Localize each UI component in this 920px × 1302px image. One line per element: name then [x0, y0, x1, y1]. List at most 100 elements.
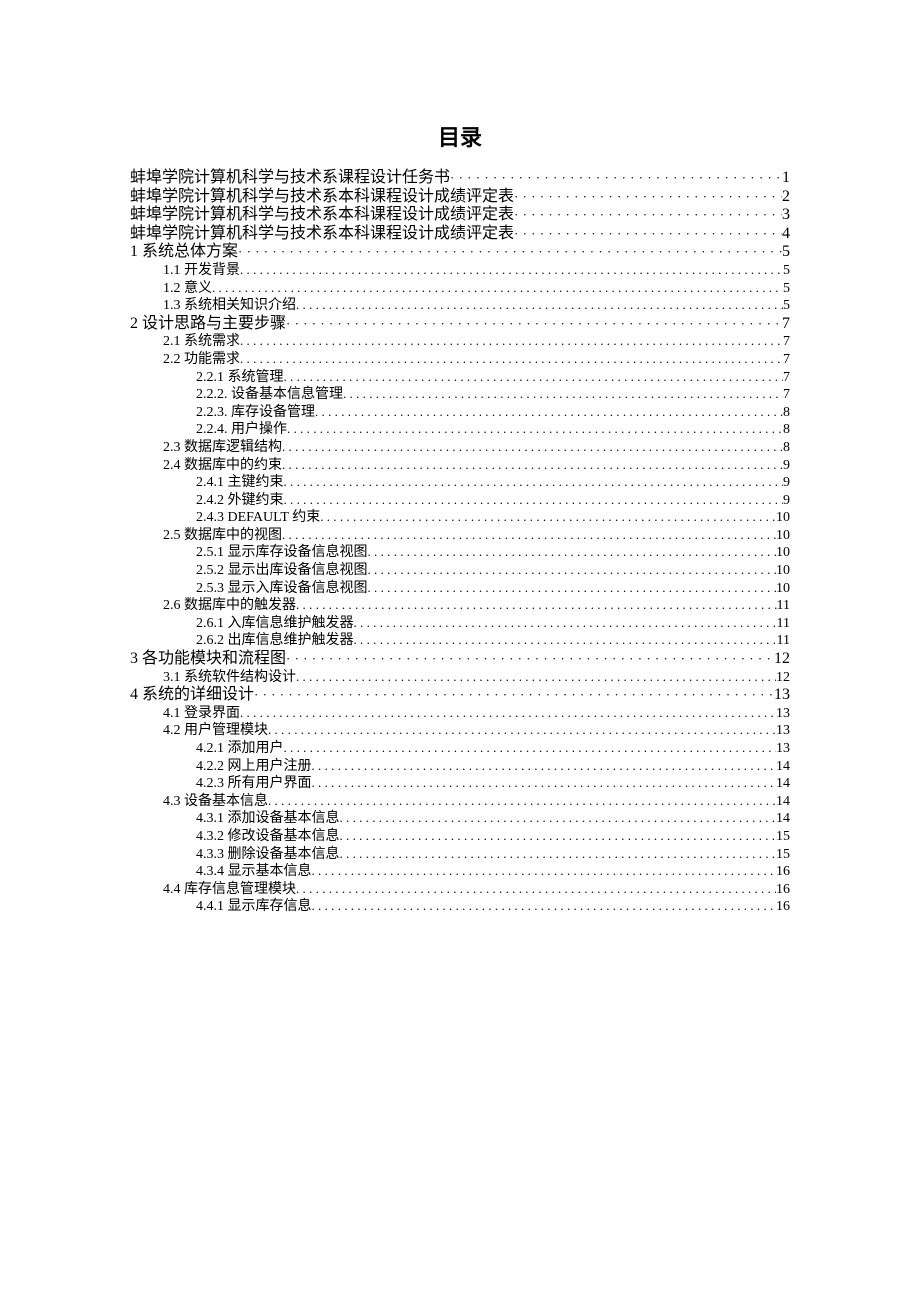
toc-entry-label: 蚌埠学院计算机科学与技术系本科课程设计成绩评定表: [130, 207, 514, 223]
toc-row: 2.5 数据库中的视图10: [130, 528, 790, 543]
toc-leader: [284, 741, 777, 754]
toc-page-number: 13: [776, 707, 790, 721]
toc-row: 2.4.2 外键约束9: [130, 493, 790, 508]
toc-row: 4.3.3 删除设备基本信息15: [130, 847, 790, 862]
toc-leader: [286, 317, 782, 330]
toc-row: 2.6.2 出库信息维护触发器11: [130, 633, 790, 648]
toc-leader: [450, 171, 782, 184]
toc-entry-label: 4.3 设备基本信息: [163, 795, 268, 809]
toc-page-number: 7: [782, 316, 790, 332]
toc-entry-label: 4.2.3 所有用户界面: [196, 777, 312, 791]
toc-page-number: 11: [777, 617, 790, 631]
toc-row: 4.3.2 修改设备基本信息15: [130, 829, 790, 844]
toc-row: 4.3.4 显示基本信息16: [130, 864, 790, 879]
toc-row: 蚌埠学院计算机科学与技术系本科课程设计成绩评定表4: [130, 226, 790, 242]
toc-entry-label: 1.1 开发背景: [163, 264, 240, 278]
toc-row: 4.2.2 网上用户注册 14: [130, 759, 790, 774]
toc-leader: [284, 475, 784, 488]
toc-row: 蚌埠学院计算机科学与技术系本科课程设计成绩评定表 2: [130, 189, 790, 205]
toc-entry-label: 2.3 数据库逻辑结构: [163, 441, 282, 455]
toc-leader: [282, 440, 783, 453]
toc-entry-label: 1 系统总体方案: [130, 244, 238, 260]
toc-row: 1 系统总体方案5: [130, 244, 790, 260]
toc-leader: [368, 563, 777, 576]
toc-leader: [240, 706, 776, 719]
toc-entry-label: 2 设计思路与主要步骤: [130, 316, 286, 332]
toc-entry-label: 2.5.3 显示入库设备信息视图: [196, 582, 368, 596]
toc-leader: [312, 776, 777, 789]
toc-row: 2.5.3 显示入库设备信息视图10: [130, 581, 790, 596]
toc-row: 3 各功能模块和流程图12: [130, 651, 790, 667]
toc-row: 4.1 登录界面 13: [130, 706, 790, 721]
toc-page-number: 1: [782, 170, 790, 186]
toc-page-number: 15: [776, 830, 790, 844]
toc-leader: [268, 794, 776, 807]
toc-page-number: 16: [776, 900, 790, 914]
toc-leader: [514, 208, 782, 221]
toc-entry-label: 2.6.1 入库信息维护触发器: [196, 617, 354, 631]
toc-row: 4.2 用户管理模块 13: [130, 723, 790, 738]
toc-page-number: 14: [776, 760, 790, 774]
toc-row: 2.6.1 入库信息维护触发器 11: [130, 616, 790, 631]
toc-entry-label: 2.5.2 显示出库设备信息视图: [196, 564, 368, 578]
toc-page-number: 10: [776, 564, 790, 578]
toc-row: 2.2 功能需求 7: [130, 352, 790, 367]
toc-page-number: 9: [783, 476, 790, 490]
toc-entry-label: 2.4.2 外键约束: [196, 494, 284, 508]
toc-entry-label: 2.5.1 显示库存设备信息视图: [196, 546, 368, 560]
toc-entry-label: 蚌埠学院计算机科学与技术系课程设计任务书: [130, 170, 450, 186]
toc-page-number: 8: [783, 423, 790, 437]
toc-page-number: 16: [776, 865, 790, 879]
toc-page-number: 7: [783, 371, 790, 385]
toc-entry-label: 2.2.4. 用户操作: [196, 423, 287, 437]
toc-leader: [282, 528, 776, 541]
toc-leader: [312, 899, 777, 912]
toc-entry-label: 蚌埠学院计算机科学与技术系本科课程设计成绩评定表: [130, 189, 514, 205]
toc-entry-label: 4.2.2 网上用户注册: [196, 760, 312, 774]
toc-row: 4.3.1 添加设备基本信息14: [130, 811, 790, 826]
toc-entry-label: 4.2 用户管理模块: [163, 724, 268, 738]
toc-leader: [282, 458, 783, 471]
toc-row: 1.2 意义5: [130, 281, 790, 296]
toc-page-number: 11: [777, 634, 790, 648]
toc-page-number: 16: [776, 883, 790, 897]
toc-leader: [320, 510, 776, 523]
toc-entry-label: 2.2.1 系统管理: [196, 371, 284, 385]
toc-row: 4.2.1 添加用户13: [130, 741, 790, 756]
toc-entry-label: 2.2 功能需求: [163, 353, 240, 367]
toc-row: 2.4.3 DEFAULT 约束10: [130, 510, 790, 525]
toc-entry-label: 2.4 数据库中的约束: [163, 459, 282, 473]
toc-leader: [240, 263, 783, 276]
toc-entry-label: 2.4.3 DEFAULT 约束: [196, 511, 320, 525]
toc-page-number: 14: [776, 777, 790, 791]
toc-entry-label: 4.4 库存信息管理模块: [163, 883, 296, 897]
toc-leader: [238, 245, 782, 258]
toc-page-number: 13: [776, 724, 790, 738]
toc-page-number: 2: [782, 189, 790, 205]
toc-page-number: 7: [783, 388, 790, 402]
toc-entry-label: 2.5 数据库中的视图: [163, 529, 282, 543]
toc-leader: [287, 422, 783, 435]
toc-row: 蚌埠学院计算机科学与技术系课程设计任务书 1: [130, 170, 790, 186]
toc-page-number: 7: [783, 335, 790, 349]
toc-page-number: 5: [783, 264, 790, 278]
toc-entry-label: 2.6 数据库中的触发器: [163, 599, 296, 613]
toc-leader: [212, 281, 783, 294]
toc-row: 4.4.1 显示库存信息16: [130, 899, 790, 914]
toc-row: 2.6 数据库中的触发器11: [130, 598, 790, 613]
toc-leader: [368, 545, 777, 558]
toc-row: 3.1 系统软件结构设计12: [130, 670, 790, 685]
toc-page-number: 7: [783, 353, 790, 367]
toc-entry-label: 4.1 登录界面: [163, 707, 240, 721]
toc-page-number: 10: [776, 546, 790, 560]
toc-leader: [240, 334, 783, 347]
toc-row: 2.2.1 系统管理 7: [130, 370, 790, 385]
toc-row: 4.2.3 所有用户界面 14: [130, 776, 790, 791]
toc-entry-label: 4.2.1 添加用户: [196, 742, 284, 756]
toc-entry-label: 2.4.1 主键约束: [196, 476, 284, 490]
toc-entry-label: 蚌埠学院计算机科学与技术系本科课程设计成绩评定表: [130, 226, 514, 242]
toc-leader: [286, 652, 774, 665]
toc-page-number: 5: [783, 282, 790, 296]
toc-row: 2.2.4. 用户操作 8: [130, 422, 790, 437]
toc-row: 2.1 系统需求7: [130, 334, 790, 349]
